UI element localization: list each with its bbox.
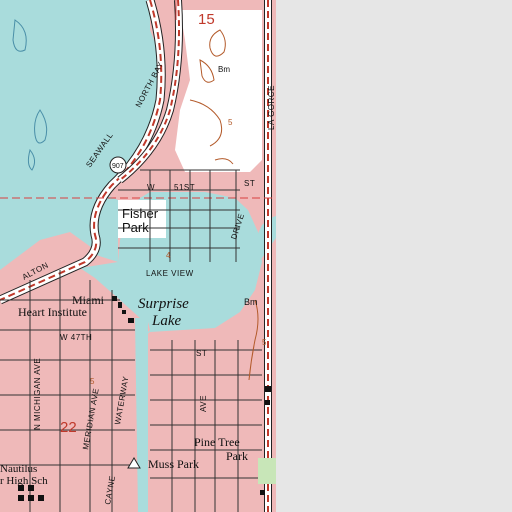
label-la-gorce: LA GORCE	[267, 85, 276, 130]
label-fisher: Fisher	[122, 206, 159, 221]
elev-5b: 5	[262, 338, 267, 347]
label-heart-institute: Heart Institute	[18, 305, 87, 319]
label-47th: W 47TH	[60, 333, 92, 342]
label-bm: Bm	[218, 65, 230, 74]
elev-5c: 5	[90, 377, 95, 386]
label-lake: Lake	[151, 313, 182, 329]
label-michigan: N MICHIGAN AVE	[33, 358, 42, 430]
elev-5a: 5	[228, 118, 233, 127]
section-number-22: 22	[60, 419, 77, 436]
label-nautilus: Nautilus	[0, 463, 37, 475]
topographic-map[interactable]: 15 22 NORTH BAY SEAWALL 907 W 51ST ST Fi…	[0, 0, 512, 512]
label-surprise: Surprise	[138, 296, 189, 312]
label-nautilus-hs: r High Sch	[0, 475, 48, 487]
label-bm2: Bm	[244, 297, 258, 307]
map-canvas: 15 22 NORTH BAY SEAWALL 907 W 51ST ST Fi…	[0, 0, 512, 512]
label-pine-tree: Pine Tree	[194, 435, 240, 449]
section-number-15: 15	[198, 11, 215, 28]
vegetation-patch	[258, 458, 276, 484]
label-route-907: 907	[112, 163, 124, 170]
label-ave: AVE	[199, 395, 208, 412]
label-lake-view: LAKE VIEW	[146, 269, 194, 278]
label-51st: 51ST	[174, 183, 195, 192]
label-st-east: ST	[196, 349, 207, 358]
label-fisher-park: Park	[122, 220, 149, 235]
label-pine-park: Park	[226, 449, 248, 463]
label-muss-park: Muss Park	[148, 457, 199, 471]
blank-right	[276, 0, 512, 512]
golf-course-area	[175, 10, 262, 172]
label-w: W	[147, 183, 155, 192]
elev-4: 4	[166, 251, 171, 260]
label-st-suffix: ST	[244, 179, 255, 188]
